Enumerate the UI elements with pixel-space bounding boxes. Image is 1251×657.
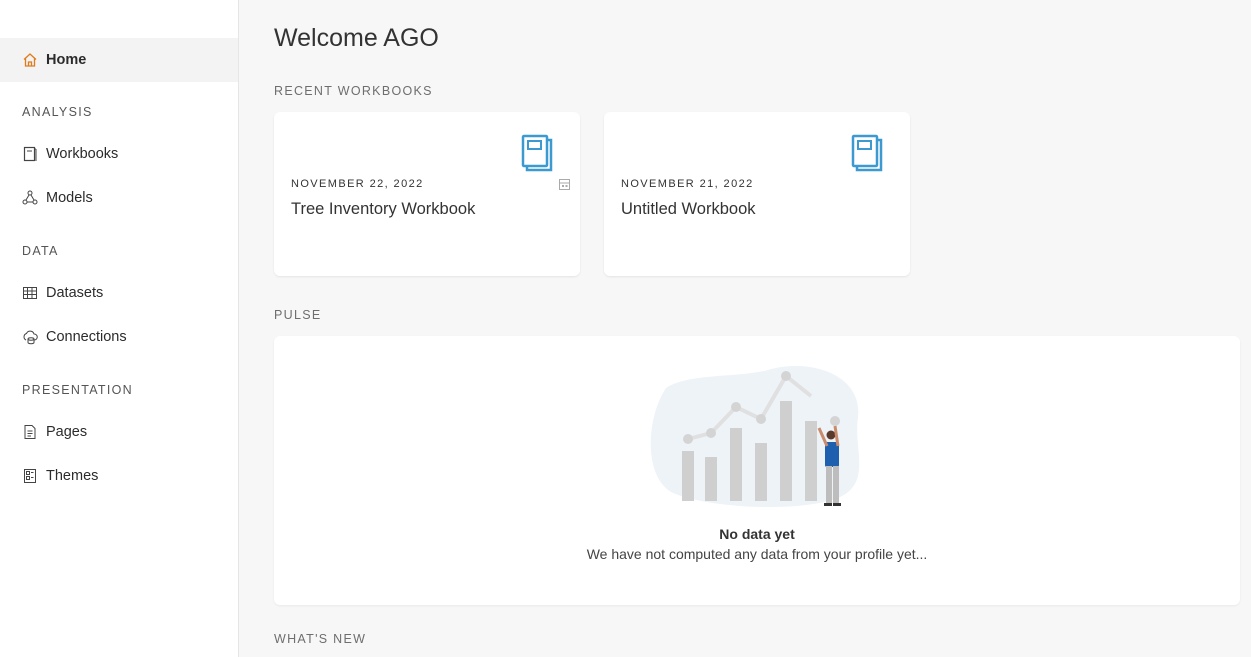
- workbook-card[interactable]: NOVEMBER 22, 2022 Tree Inventory Workboo…: [274, 112, 580, 276]
- workbook-date: NOVEMBER 22, 2022: [291, 178, 424, 190]
- building-icon: [558, 178, 571, 196]
- page-title: Welcome AGO: [274, 24, 439, 52]
- sidebar-item-label: Datasets: [46, 285, 104, 301]
- workbook-date: NOVEMBER 21, 2022: [621, 178, 754, 190]
- sidebar-item-connections[interactable]: Connections: [0, 315, 238, 359]
- workbook-title: Tree Inventory Workbook: [291, 200, 476, 218]
- section-label-data: DATA: [22, 244, 59, 258]
- workbook-icon: [22, 146, 38, 162]
- theme-icon: [22, 468, 38, 484]
- sidebar: Home ANALYSIS Workbooks Models DATA Data…: [0, 0, 239, 657]
- section-label-recent-workbooks: RECENT WORKBOOKS: [274, 84, 433, 98]
- workbook-title: Untitled Workbook: [621, 200, 756, 218]
- book-icon: [851, 134, 883, 177]
- home-icon: [22, 52, 38, 68]
- model-icon: [22, 190, 38, 206]
- sidebar-item-label: Home: [46, 52, 87, 68]
- workbook-card[interactable]: NOVEMBER 21, 2022 Untitled Workbook: [604, 112, 910, 276]
- section-label-whats-new: WHAT'S NEW: [274, 632, 367, 646]
- sidebar-item-label: Models: [46, 190, 93, 206]
- pulse-panel: No data yet We have not computed any dat…: [274, 336, 1240, 605]
- section-label-analysis: ANALYSIS: [22, 105, 93, 119]
- sidebar-item-datasets[interactable]: Datasets: [0, 271, 238, 315]
- book-icon: [521, 134, 553, 177]
- page-icon: [22, 424, 38, 440]
- connection-icon: [22, 329, 38, 345]
- sidebar-item-label: Workbooks: [46, 146, 119, 162]
- sidebar-item-models[interactable]: Models: [0, 176, 238, 220]
- dataset-icon: [22, 285, 38, 301]
- section-label-presentation: PRESENTATION: [22, 383, 133, 397]
- main-content: Welcome AGO RECENT WORKBOOKS NOVEMBER 22…: [239, 0, 1251, 657]
- empty-state-illustration: [648, 358, 868, 518]
- sidebar-item-pages[interactable]: Pages: [0, 410, 238, 454]
- sidebar-item-label: Pages: [46, 424, 88, 440]
- sidebar-item-label: Connections: [46, 329, 127, 345]
- sidebar-item-home[interactable]: Home: [0, 38, 238, 82]
- sidebar-item-label: Themes: [46, 468, 99, 484]
- sidebar-item-workbooks[interactable]: Workbooks: [0, 132, 238, 176]
- empty-state-title: No data yet: [719, 526, 795, 542]
- sidebar-item-themes[interactable]: Themes: [0, 454, 238, 498]
- section-label-pulse: PULSE: [274, 308, 322, 322]
- empty-state-message: We have not computed any data from your …: [586, 546, 928, 562]
